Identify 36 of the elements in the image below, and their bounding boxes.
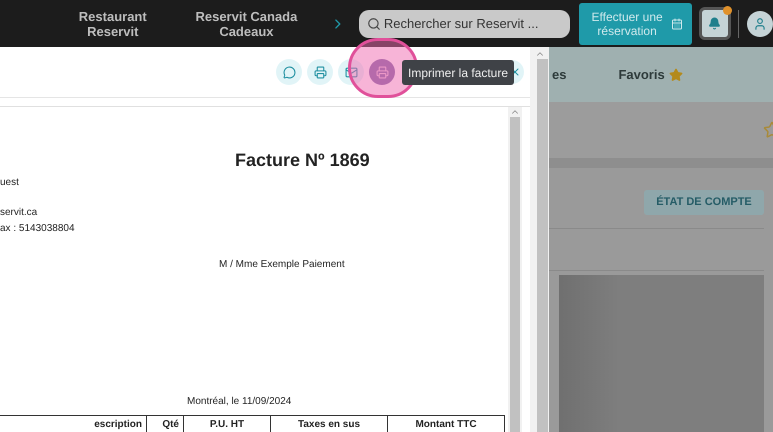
table-header-cell: Montant TTC [388,416,505,432]
user-icon [753,16,767,30]
account-statement-button[interactable]: ÉTAT DE COMPTE [644,190,764,215]
table-header-cell: P.U. HT [184,416,271,432]
page-scrollbar[interactable] [530,47,549,432]
invoice-title: Facture Nº 1869 [235,149,371,172]
search-field[interactable]: Rechercher sur Reservit ... [358,10,570,38]
star-icon [668,68,683,82]
notifications-button[interactable] [698,7,732,40]
comment-action-button[interactable] [276,59,302,85]
document-scrollbar[interactable] [508,107,522,432]
print-action-button[interactable] [369,59,395,85]
page-tab[interactable]: Favoris [618,64,683,84]
sender-info-text: servit.ca [0,206,38,220]
search-icon [366,16,381,30]
table-header-cell: Taxes en sus [271,416,388,432]
avatar-button[interactable] [747,10,773,36]
email-action-button[interactable] [338,59,364,85]
table-header-cell: escription [0,416,147,432]
print-icon [314,66,326,78]
sender-info-text: ax : 5143038804 [0,222,76,236]
print-icon [376,66,388,78]
chat-bubble-icon [282,66,296,78]
mail-icon [344,66,358,78]
page-tab[interactable]: es [552,64,566,84]
invoice-date: Montréal, le 11/09/2024 [187,395,292,409]
table-header-cell: Qté [147,416,184,432]
nav-link[interactable]: Reservit Canada Cadeaux [182,8,310,38]
recipient-name: M / Mme Exemple Paiement [219,258,346,272]
bell-icon [708,17,722,30]
tooltip: Imprimer la facture [402,60,514,85]
sender-info-text: uest [0,176,20,190]
print-action-button[interactable] [307,59,333,85]
nav-link[interactable]: Restaurant Reservit [58,8,167,38]
calendar-icon [671,18,684,30]
book-reservation-button[interactable]: Effectuer une réservation [578,2,692,44]
